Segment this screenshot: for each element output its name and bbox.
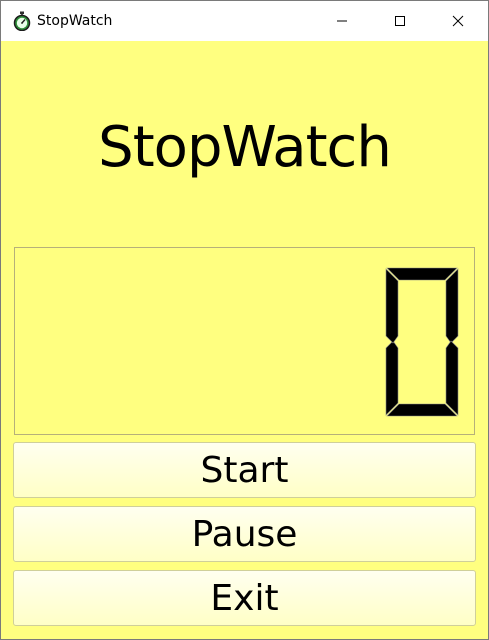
- client-area: StopWatch Start Pause Exit: [1, 41, 488, 639]
- segment-bottom-right: [445, 340, 459, 416]
- seven-segment-digit: [385, 267, 459, 417]
- title-bar[interactable]: StopWatch: [1, 1, 488, 41]
- start-button[interactable]: Start: [13, 442, 476, 498]
- segment-bottom-left: [385, 340, 399, 416]
- minimize-icon: [336, 12, 348, 31]
- app-heading: StopWatch: [98, 115, 392, 180]
- segment-top: [386, 267, 458, 281]
- app-window: StopWatch StopWatch Start Pause Exit: [0, 0, 489, 640]
- minimize-button[interactable]: [313, 1, 371, 41]
- segment-top-left: [385, 268, 399, 344]
- maximize-button[interactable]: [371, 1, 429, 41]
- pause-button[interactable]: Pause: [13, 506, 476, 562]
- maximize-icon: [394, 12, 406, 31]
- window-title: StopWatch: [37, 13, 113, 29]
- lcd-display: [14, 247, 475, 435]
- segment-top-right: [445, 268, 459, 344]
- stopwatch-icon: [12, 11, 32, 32]
- exit-button[interactable]: Exit: [13, 570, 476, 626]
- close-icon: [452, 12, 464, 31]
- close-button[interactable]: [429, 1, 487, 41]
- segment-bottom: [386, 403, 458, 417]
